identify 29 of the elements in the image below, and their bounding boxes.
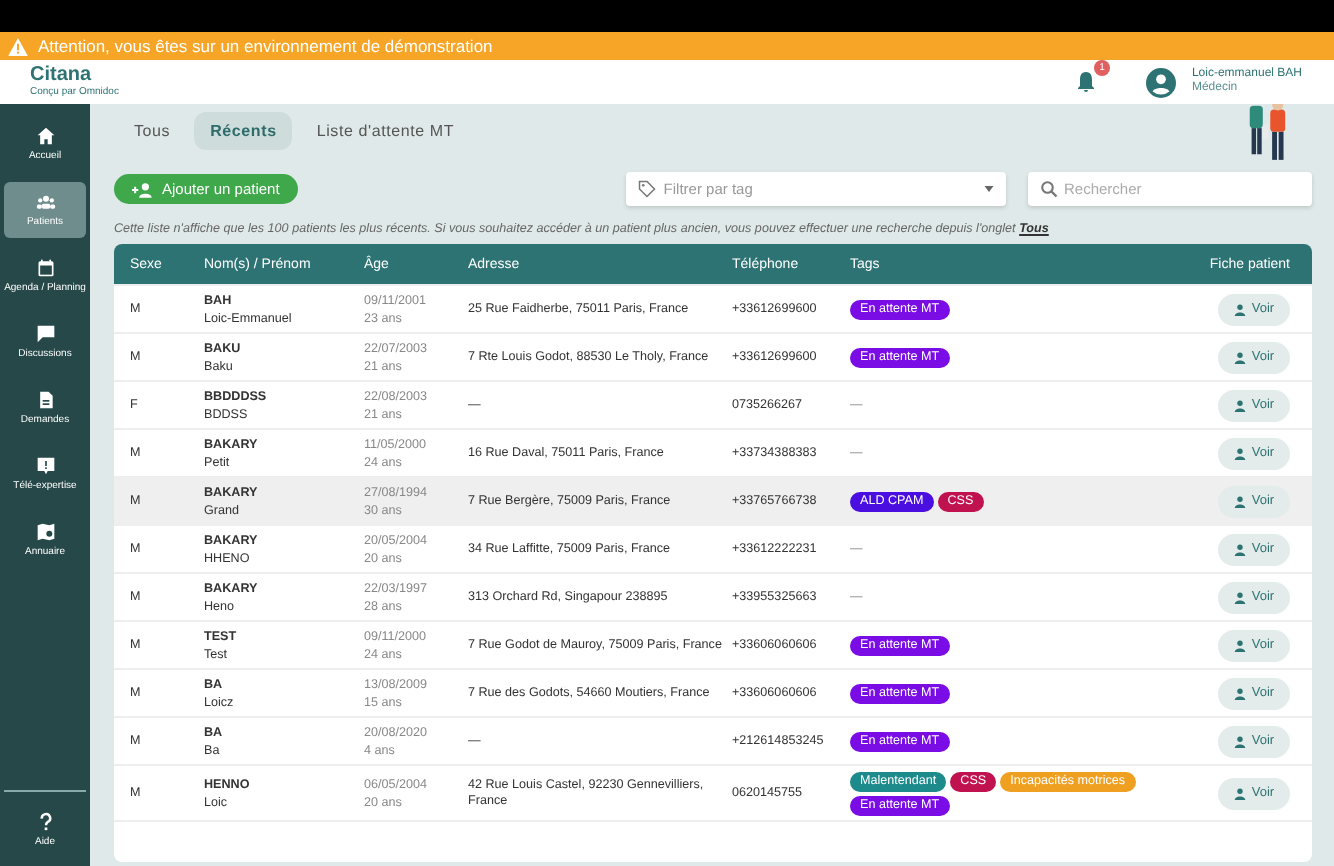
banner-text: Attention, vous êtes sur un environnement de démonstration xyxy=(38,36,493,56)
filter-tab[interactable]: Liste d'attente MT xyxy=(300,112,471,150)
bell-icon[interactable] xyxy=(1073,70,1098,94)
calendar-icon xyxy=(35,258,55,278)
person-icon xyxy=(1233,687,1246,699)
person-icon xyxy=(1233,399,1246,411)
people-icon xyxy=(35,192,55,212)
search-icon xyxy=(1040,180,1058,198)
person-icon xyxy=(1233,543,1246,555)
caret-icon xyxy=(983,186,994,192)
filter-tab[interactable]: Tous xyxy=(118,112,187,150)
person-icon xyxy=(1233,639,1246,651)
person-icon xyxy=(1233,735,1246,747)
question-mark-icon xyxy=(35,812,55,832)
person-icon xyxy=(1233,447,1246,459)
home-icon xyxy=(35,126,55,146)
chat-icon xyxy=(35,324,55,344)
document-icon xyxy=(35,390,55,410)
filter-tab[interactable]: Récents xyxy=(194,112,293,150)
person-icon xyxy=(1233,351,1246,363)
person-icon xyxy=(1233,495,1246,507)
warning-icon xyxy=(8,37,28,55)
avatar-icon[interactable] xyxy=(1145,67,1176,97)
logo[interactable]: Citana xyxy=(30,66,119,86)
person-icon xyxy=(1233,303,1246,315)
person-icon xyxy=(1233,787,1246,799)
tag-icon xyxy=(637,180,656,198)
add-person-icon xyxy=(132,181,154,197)
person-icon xyxy=(1233,591,1246,603)
